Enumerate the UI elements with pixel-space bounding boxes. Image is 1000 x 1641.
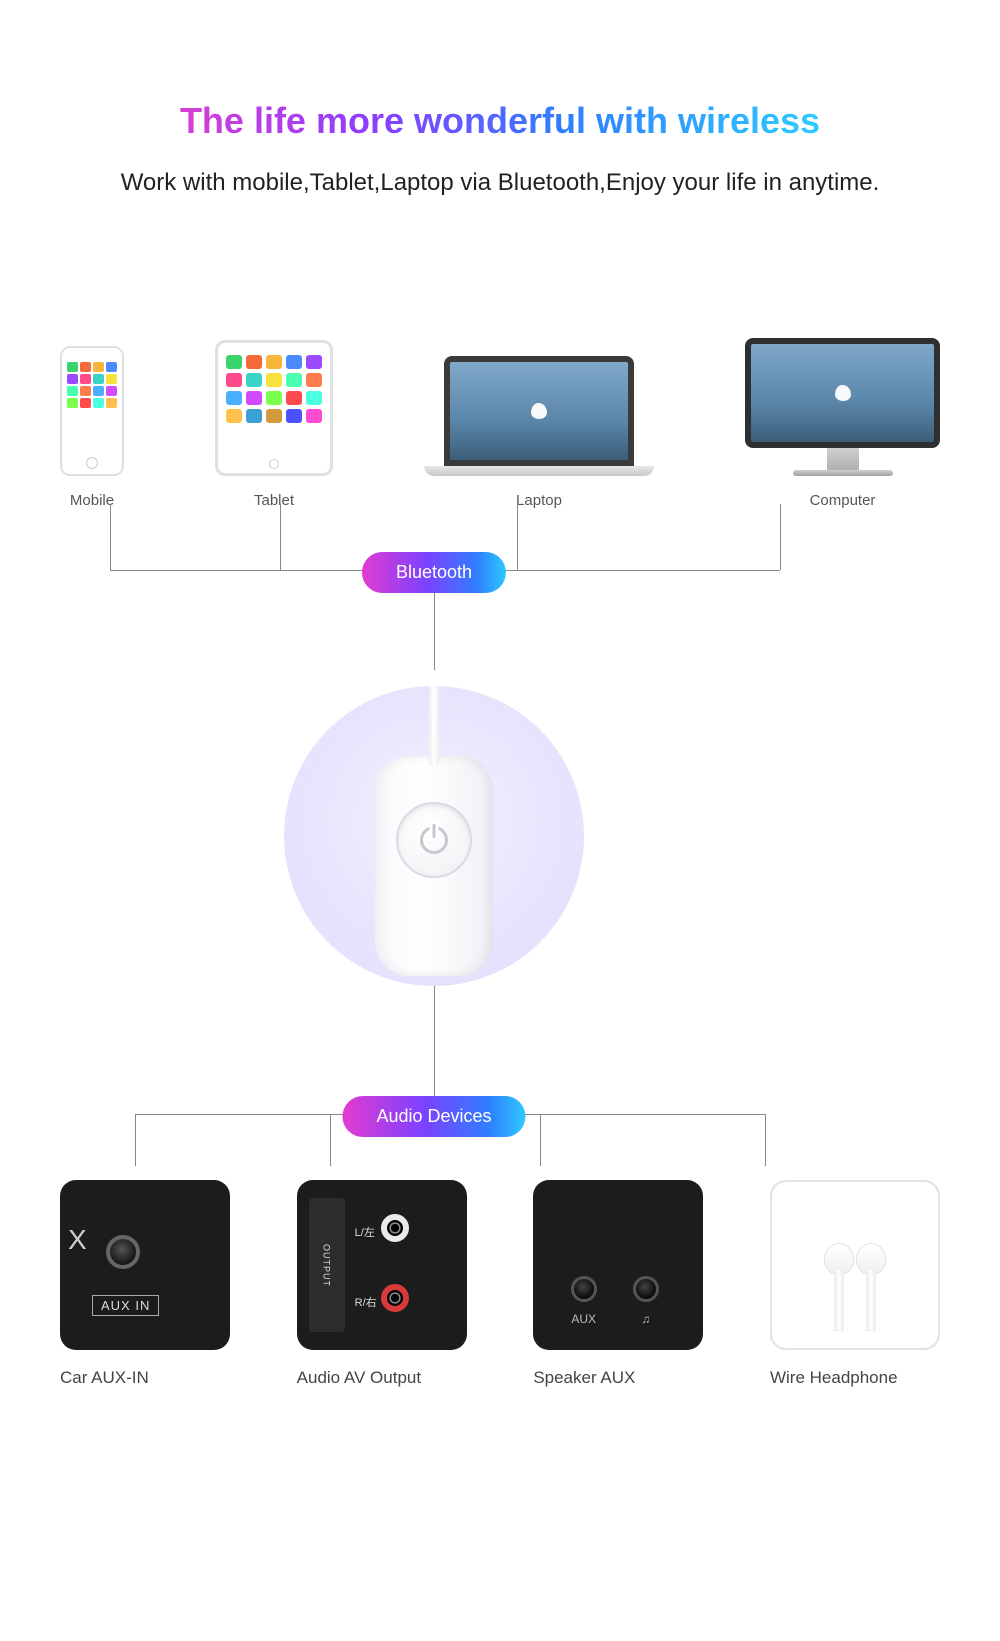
bluetooth-pill: Bluetooth bbox=[362, 552, 506, 593]
product-circle bbox=[284, 686, 584, 986]
connector-line bbox=[434, 986, 435, 1114]
audio-devices-row: X AUX IN Car AUX-IN OUTPUT L/左 R/右 Audio… bbox=[60, 1180, 940, 1388]
desktop-icon bbox=[745, 338, 940, 476]
device-label: Car AUX-IN bbox=[60, 1368, 149, 1388]
aux-x-label: X bbox=[68, 1224, 87, 1256]
device-computer: Computer bbox=[745, 338, 940, 509]
connector-line bbox=[330, 1114, 331, 1166]
page-subtitle: Work with mobile,Tablet,Laptop via Bluet… bbox=[0, 164, 1000, 202]
rca-left-label: L/左 bbox=[355, 1224, 375, 1240]
device-wire-headphone: Wire Headphone bbox=[770, 1180, 940, 1388]
power-button-icon bbox=[396, 802, 472, 878]
device-laptop: Laptop bbox=[424, 356, 654, 509]
connector-line bbox=[517, 504, 518, 570]
headphone-icon bbox=[770, 1180, 940, 1350]
device-av-output: OUTPUT L/左 R/右 Audio AV Output bbox=[297, 1180, 467, 1388]
connector-line bbox=[540, 1114, 541, 1166]
device-label: Tablet bbox=[254, 492, 294, 509]
page-title: The life more wonderful with wireless bbox=[180, 100, 820, 142]
device-car-aux: X AUX IN Car AUX-IN bbox=[60, 1180, 230, 1388]
device-speaker-aux: AUX ♫ Speaker AUX bbox=[533, 1180, 703, 1388]
device-label: Audio AV Output bbox=[297, 1368, 421, 1388]
output-vertical-label: OUTPUT bbox=[309, 1198, 345, 1332]
device-label: Computer bbox=[810, 492, 876, 509]
apple-logo-icon bbox=[531, 403, 547, 419]
device-label: Wire Headphone bbox=[770, 1368, 898, 1388]
device-tablet: Tablet bbox=[215, 340, 333, 509]
apple-logo-icon bbox=[835, 385, 851, 401]
speaker-aux-icon: AUX ♫ bbox=[533, 1180, 703, 1350]
connector-line bbox=[135, 1114, 136, 1166]
phone-icon bbox=[60, 346, 124, 476]
headphone-port-label: ♫ bbox=[641, 1312, 650, 1326]
device-label: Mobile bbox=[70, 492, 114, 509]
source-devices-row: Mobile Tablet Laptop Computer bbox=[60, 338, 940, 509]
heading-block: The life more wonderful with wireless Wo… bbox=[0, 100, 1000, 202]
rca-right-label: R/右 bbox=[355, 1294, 377, 1310]
device-label: Laptop bbox=[516, 492, 562, 509]
aux-port-label: AUX bbox=[571, 1312, 596, 1326]
laptop-icon bbox=[424, 356, 654, 476]
av-output-icon: OUTPUT L/左 R/右 bbox=[297, 1180, 467, 1350]
bluetooth-receiver-icon bbox=[375, 756, 493, 976]
device-mobile: Mobile bbox=[60, 346, 124, 509]
device-label: Speaker AUX bbox=[533, 1368, 635, 1388]
car-aux-icon: X AUX IN bbox=[60, 1180, 230, 1350]
connector-line bbox=[765, 1114, 766, 1166]
connector-line bbox=[780, 504, 781, 570]
audio-devices-pill: Audio Devices bbox=[342, 1096, 525, 1137]
tablet-icon bbox=[215, 340, 333, 476]
aux-in-label: AUX IN bbox=[92, 1295, 159, 1316]
connector-line bbox=[110, 504, 111, 570]
connector-line bbox=[280, 504, 281, 570]
